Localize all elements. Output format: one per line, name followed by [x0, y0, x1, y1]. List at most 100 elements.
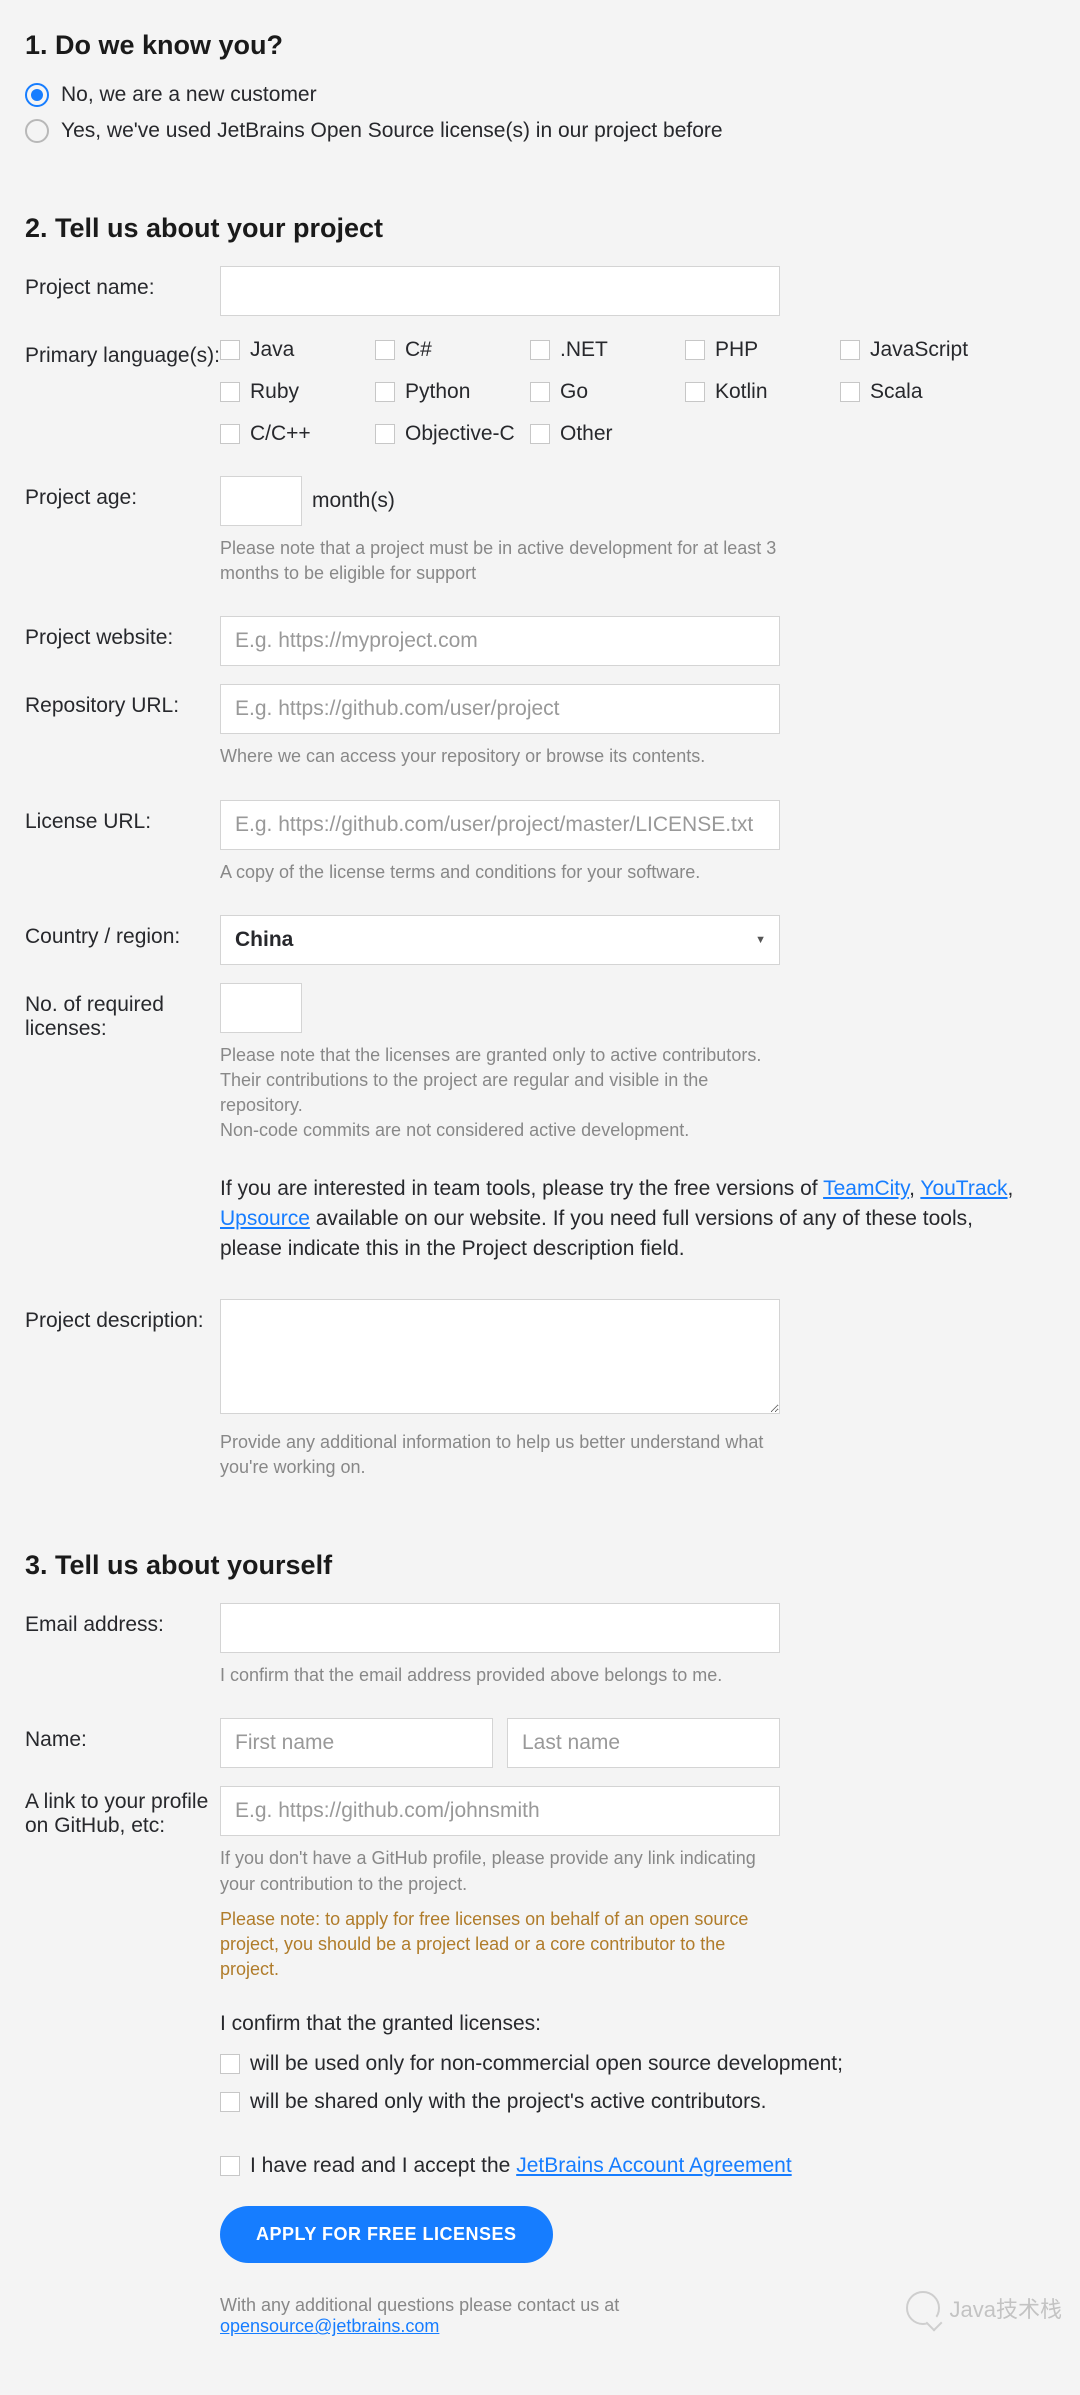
project-website-input[interactable] [220, 616, 780, 666]
checkbox-icon [220, 340, 240, 360]
primary-language-label: Primary language(s): [25, 334, 220, 368]
project-website-label: Project website: [25, 616, 220, 650]
language-checkbox[interactable]: Python [375, 380, 530, 404]
language-checkbox[interactable]: C/C++ [220, 422, 375, 446]
accept-prefix: I have read and I accept the [250, 2154, 516, 2177]
checkbox-icon [530, 424, 550, 444]
language-checkbox[interactable]: .NET [530, 338, 685, 362]
language-label: C# [405, 338, 432, 362]
confirm-active-contrib-label: will be shared only with the project's a… [250, 2090, 766, 2114]
checkbox-icon [375, 340, 395, 360]
last-name-input[interactable] [507, 1718, 780, 1768]
watermark: Java技术栈 [906, 2291, 1062, 2325]
radio-icon [25, 119, 49, 143]
confirm-noncommercial-label: will be used only for non-commercial ope… [250, 2052, 843, 2076]
language-label: Scala [870, 380, 923, 404]
upsource-link[interactable]: Upsource [220, 1207, 310, 1230]
checkbox-icon [220, 2092, 240, 2112]
email-hint: I confirm that the email address provide… [220, 1663, 780, 1688]
project-desc-textarea[interactable] [220, 1299, 780, 1414]
language-checkbox[interactable]: JavaScript [840, 338, 995, 362]
country-select[interactable]: China [220, 915, 780, 965]
checkbox-icon [840, 340, 860, 360]
language-checkbox[interactable]: Ruby [220, 380, 375, 404]
profile-hint: If you don't have a GitHub profile, plea… [220, 1846, 780, 1896]
language-label: Go [560, 380, 588, 404]
language-label: Kotlin [715, 380, 768, 404]
repo-url-label: Repository URL: [25, 684, 220, 718]
language-label: C/C++ [250, 422, 311, 446]
email-label: Email address: [25, 1603, 220, 1637]
project-age-label: Project age: [25, 476, 220, 510]
license-url-input[interactable] [220, 800, 780, 850]
project-age-input[interactable] [220, 476, 302, 526]
repo-url-input[interactable] [220, 684, 780, 734]
radio-existing-customer[interactable]: Yes, we've used JetBrains Open Source li… [25, 119, 1055, 143]
license-url-label: License URL: [25, 800, 220, 834]
language-checkbox[interactable]: Java [220, 338, 375, 362]
language-checkbox[interactable]: Objective-C [375, 422, 530, 446]
checkbox-icon [220, 2054, 240, 2074]
name-label: Name: [25, 1718, 220, 1752]
checkbox-icon [530, 340, 550, 360]
confirm-noncommercial-checkbox[interactable]: will be used only for non-commercial ope… [220, 2052, 1055, 2076]
language-checkbox[interactable]: Scala [840, 380, 995, 404]
project-name-label: Project name: [25, 266, 220, 300]
language-checkbox[interactable]: C# [375, 338, 530, 362]
confirm-heading: I confirm that the granted licenses: [220, 2012, 1055, 2036]
num-licenses-input[interactable] [220, 983, 302, 1033]
radio-icon [25, 83, 49, 107]
checkbox-icon [220, 2156, 240, 2176]
country-label: Country / region: [25, 915, 220, 949]
checkbox-icon [375, 424, 395, 444]
language-checkbox[interactable]: Go [530, 380, 685, 404]
radio-new-customer[interactable]: No, we are a new customer [25, 83, 1055, 107]
section3-title: 3. Tell us about yourself [25, 1550, 1055, 1581]
language-checkbox[interactable]: PHP [685, 338, 840, 362]
youtrack-link[interactable]: YouTrack [920, 1177, 1007, 1200]
first-name-input[interactable] [220, 1718, 493, 1768]
num-licenses-label: No. of required licenses: [25, 983, 220, 1041]
language-label: Objective-C [405, 422, 515, 446]
opensource-email-link[interactable]: opensource@jetbrains.com [220, 2316, 439, 2336]
project-age-suffix: month(s) [312, 489, 395, 513]
teamcity-link[interactable]: TeamCity [823, 1177, 909, 1200]
language-checkbox[interactable]: Kotlin [685, 380, 840, 404]
section1-title: 1. Do we know you? [25, 30, 1055, 61]
radio-new-label: No, we are a new customer [61, 83, 317, 107]
section2-title: 2. Tell us about your project [25, 213, 1055, 244]
checkbox-icon [840, 382, 860, 402]
accept-agreement-checkbox[interactable]: I have read and I accept the JetBrains A… [220, 2154, 1055, 2178]
profile-input[interactable] [220, 1786, 780, 1836]
checkbox-icon [220, 382, 240, 402]
project-name-input[interactable] [220, 266, 780, 316]
checkbox-icon [375, 382, 395, 402]
profile-note: Please note: to apply for free licenses … [220, 1907, 780, 1983]
chat-bubble-icon [906, 2291, 940, 2325]
apply-button[interactable]: APPLY FOR FREE LICENSES [220, 2206, 553, 2263]
language-label: JavaScript [870, 338, 968, 362]
language-label: PHP [715, 338, 758, 362]
email-input[interactable] [220, 1603, 780, 1653]
language-grid: Java C# .NET PHP JavaScript Ruby Python Go Kotli… [220, 334, 1055, 446]
project-age-hint: Please note that a project must be in ac… [220, 536, 780, 586]
project-desc-label: Project description: [25, 1299, 220, 1333]
radio-existing-label: Yes, we've used JetBrains Open Source li… [61, 119, 723, 143]
language-label: Ruby [250, 380, 299, 404]
language-label: .NET [560, 338, 608, 362]
project-desc-hint: Provide any additional information to he… [220, 1430, 780, 1480]
checkbox-icon [220, 424, 240, 444]
language-label: Java [250, 338, 294, 362]
language-checkbox[interactable]: Other [530, 422, 685, 446]
num-licenses-hint: Please note that the licenses are grante… [220, 1043, 780, 1144]
confirm-active-contrib-checkbox[interactable]: will be shared only with the project's a… [220, 2090, 1055, 2114]
checkbox-icon [685, 340, 705, 360]
language-label: Python [405, 380, 470, 404]
license-url-hint: A copy of the license terms and conditio… [220, 860, 780, 885]
profile-label: A link to your profile on GitHub, etc: [25, 1786, 220, 1838]
checkbox-icon [530, 382, 550, 402]
checkbox-icon [685, 382, 705, 402]
agreement-link[interactable]: JetBrains Account Agreement [516, 2154, 792, 2177]
team-tools-paragraph: If you are interested in team tools, ple… [220, 1174, 1040, 1265]
repo-url-hint: Where we can access your repository or b… [220, 744, 780, 769]
